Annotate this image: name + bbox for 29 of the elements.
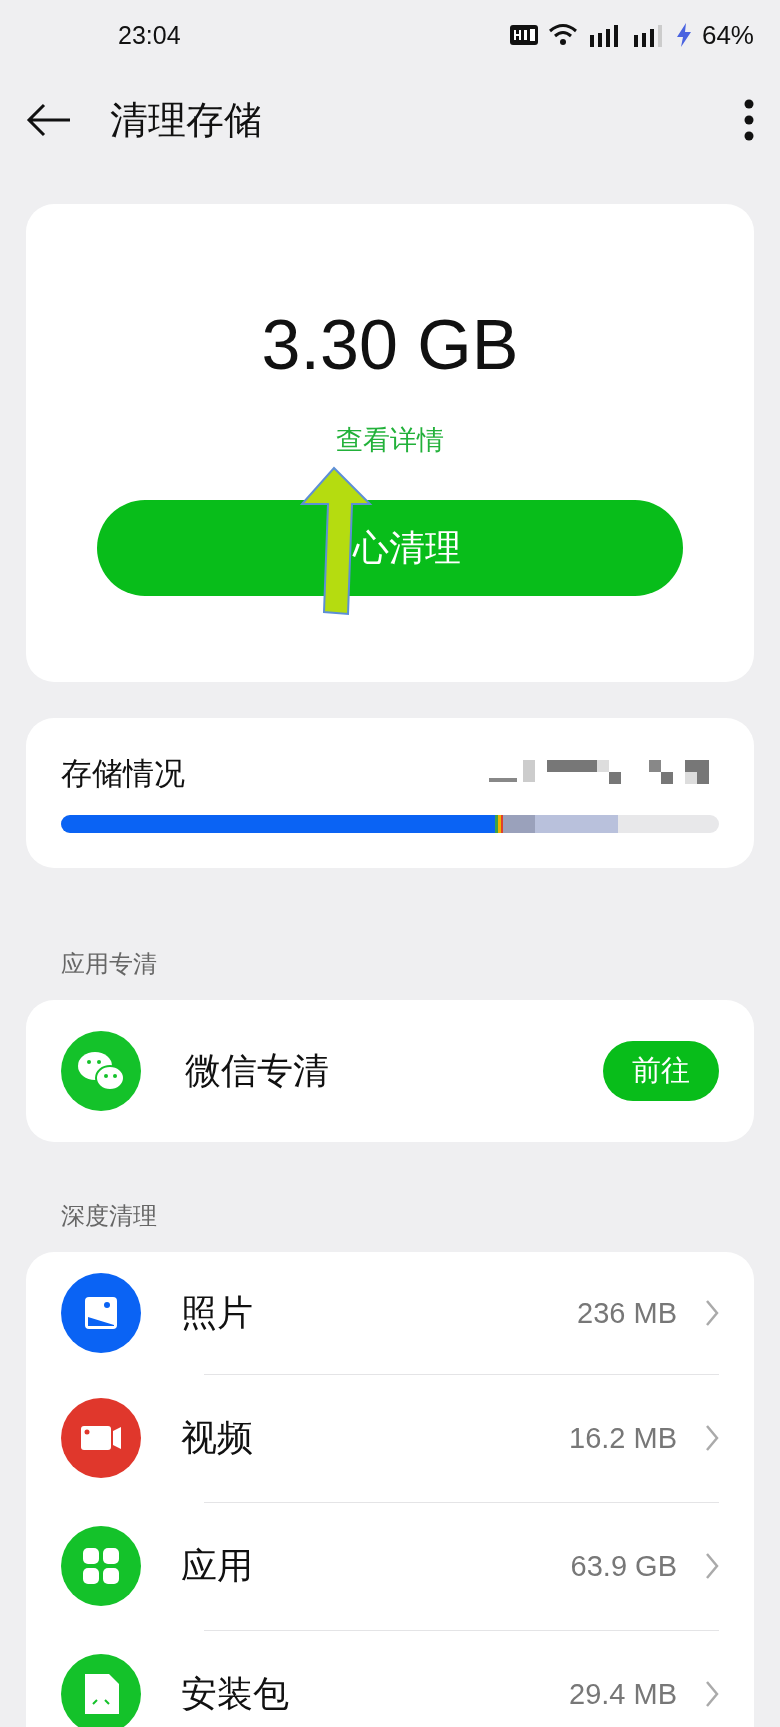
hd-icon	[509, 25, 538, 45]
category-size: 63.9 GB	[570, 1549, 677, 1583]
more-menu-icon[interactable]	[744, 99, 754, 141]
junk-size: 3.30 GB	[261, 310, 519, 380]
page-title: 清理存储	[110, 96, 262, 144]
chat-bubbles-icon	[61, 1031, 141, 1111]
back-icon[interactable]	[26, 102, 72, 138]
category-name[interactable]: 安装包	[181, 1669, 289, 1719]
category-name[interactable]: 照片	[181, 1288, 253, 1338]
battery-level: 64%	[701, 19, 754, 51]
category-size: 29.4 MB	[569, 1677, 677, 1711]
charging-icon	[675, 23, 692, 47]
section-label: 深度清理	[60, 1201, 158, 1232]
category-size: 16.2 MB	[569, 1421, 677, 1455]
chevron-right-icon[interactable]	[705, 1552, 719, 1580]
apps-grid-icon	[61, 1526, 141, 1606]
chevron-right-icon[interactable]	[705, 1680, 719, 1708]
app-clean-name: 微信专清	[185, 1048, 329, 1093]
section-label: 应用专清	[60, 949, 158, 980]
storage-title: 存储情况	[61, 754, 185, 793]
status-time: 23:04	[118, 20, 181, 50]
chevron-right-icon[interactable]	[705, 1424, 719, 1452]
category-name[interactable]: 视频	[181, 1413, 253, 1463]
category-size: 236 MB	[577, 1296, 677, 1330]
wifi-icon	[547, 23, 578, 47]
photo-icon	[61, 1273, 141, 1353]
video-camera-icon	[61, 1398, 141, 1478]
chevron-right-icon[interactable]	[705, 1299, 719, 1327]
category-name[interactable]: 应用	[181, 1541, 253, 1591]
